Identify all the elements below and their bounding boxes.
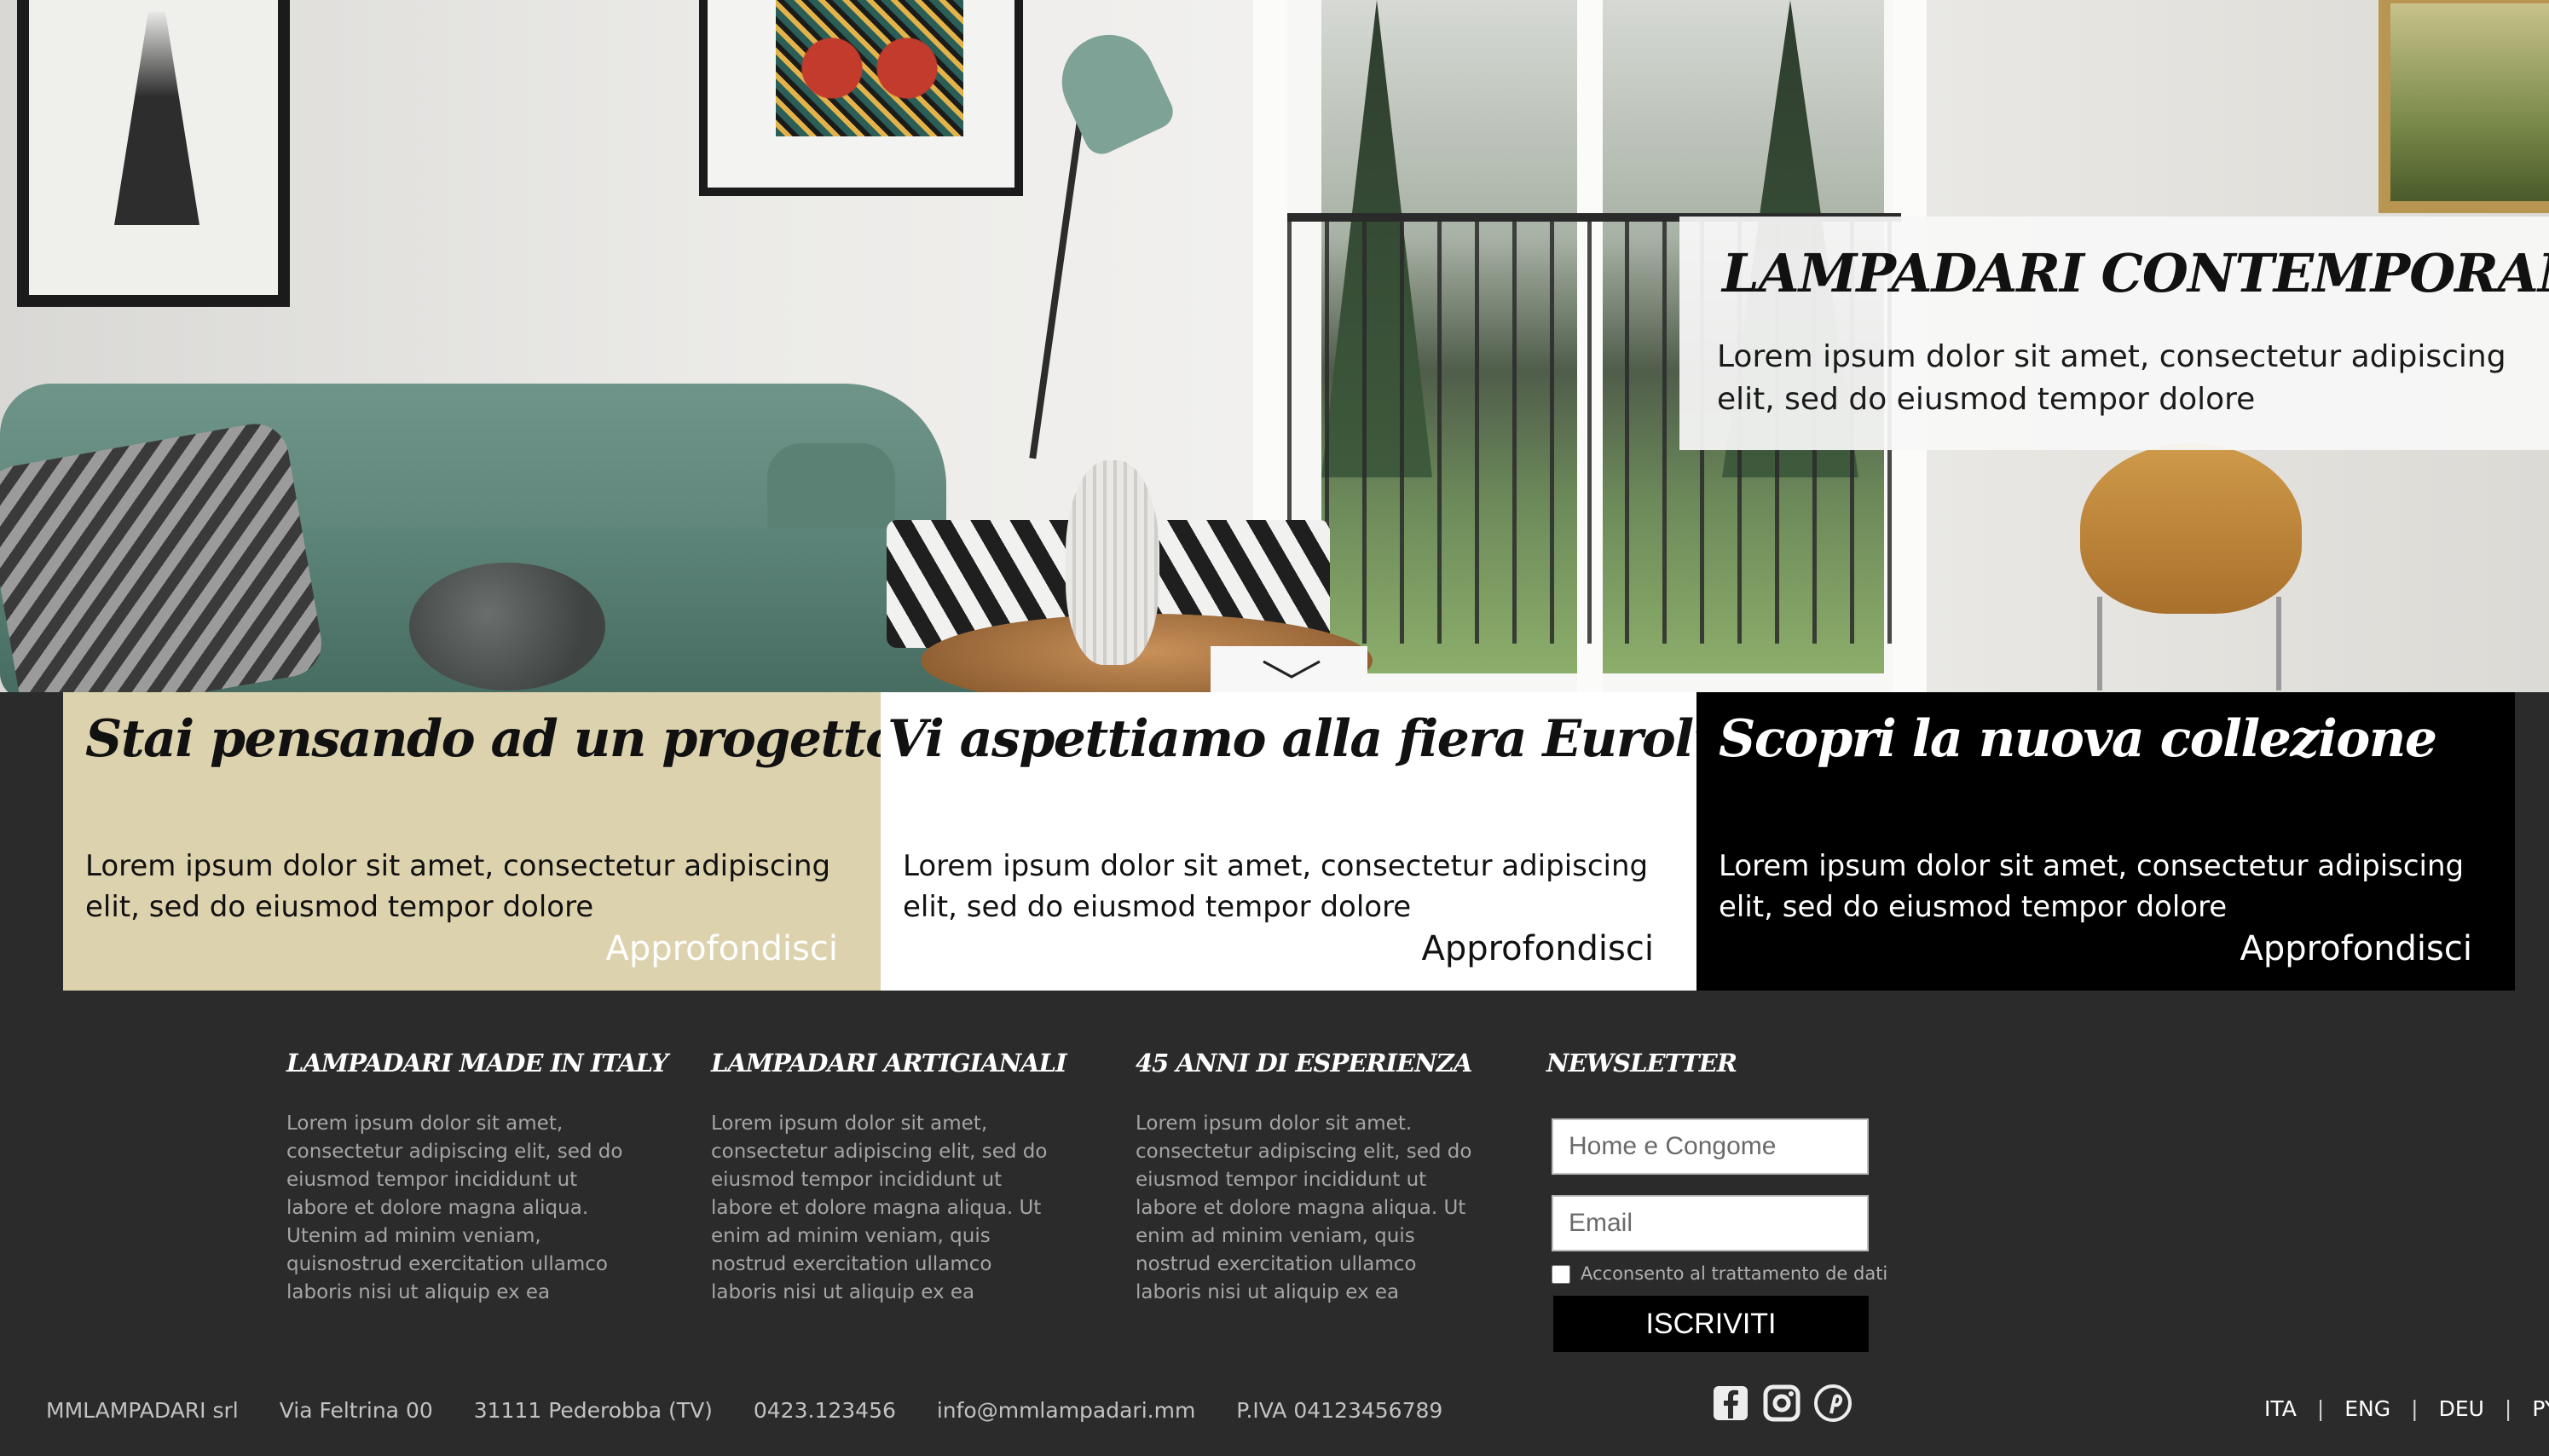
newsletter-consent-label: Acconsento al trattamento de dati <box>1581 1263 1888 1284</box>
scroll-down-button[interactable] <box>1211 646 1367 697</box>
footer-column-text: Lorem ipsum dolor sit amet, consectetur … <box>711 1112 1048 1303</box>
footer-column-text: Lorem ipsum dolor sit amet. consectetur … <box>1136 1112 1472 1303</box>
footer-column-title: 45 ANNI DI ESPERIENZA <box>1136 1049 1472 1078</box>
hero-section: LAMPADARI CONTEMPORANEI Lorem ipsum dolo… <box>0 0 2549 692</box>
company-phone[interactable]: 0423.123456 <box>754 1398 896 1423</box>
newsletter-subscribe-button[interactable]: ISCRIVITI <box>1553 1296 1869 1352</box>
wall-painting <box>2378 0 2549 213</box>
card-title: Stai pensando ad un progetto? <box>85 709 928 769</box>
footer-column-made-in-italy: LAMPADARI MADE IN ITALY Lorem ipsum dolo… <box>286 1049 668 1307</box>
card-project: Stai pensando ad un progetto? Lorem ipsu… <box>63 692 928 991</box>
card-title: Vi aspettiamo alla fiera Euroluce <box>887 709 1791 769</box>
card-read-more-link[interactable]: Approfondisci <box>605 929 838 968</box>
company-city: 31111 Pederobba (TV) <box>473 1398 713 1423</box>
card-read-more-link[interactable]: Approfondisci <box>1421 929 1654 968</box>
newsletter-name-field[interactable] <box>1552 1118 1869 1175</box>
company-email[interactable]: info@mmlampadari.mm <box>937 1398 1195 1423</box>
newsletter-consent-checkbox[interactable] <box>1552 1265 1570 1284</box>
vase <box>1066 460 1159 665</box>
footer: LAMPADARI MADE IN ITALY Lorem ipsum dolo… <box>0 991 2549 1456</box>
card-text: Lorem ipsum dolor sit amet, consectetur … <box>85 849 831 924</box>
footer-column-title: LAMPADARI MADE IN ITALY <box>286 1049 668 1078</box>
lang-eng[interactable]: ENG <box>2344 1396 2390 1421</box>
pinterest-icon[interactable] <box>1814 1384 1852 1422</box>
hero-title: LAMPADARI CONTEMPORANEI <box>1722 242 2549 304</box>
lang-pyc[interactable]: PYC <box>2532 1396 2549 1421</box>
card-title: Scopri la nuova collezione <box>1719 709 2437 769</box>
wall-art-frame-center <box>699 0 1023 196</box>
footer-column-title: LAMPADARI ARTIGIANALI <box>711 1049 1067 1078</box>
newsletter-email-field[interactable] <box>1552 1195 1869 1251</box>
card-fair: Vi aspettiamo alla fiera Euroluce Lorem … <box>881 692 1791 991</box>
card-text: Lorem ipsum dolor sit amet, consectetur … <box>1719 849 2465 924</box>
card-text: Lorem ipsum dolor sit amet, consectetur … <box>903 849 1649 924</box>
facebook-icon[interactable] <box>1712 1384 1749 1422</box>
knot-pillow <box>409 563 605 690</box>
lang-ita[interactable]: ITA <box>2264 1396 2297 1421</box>
company-name: MMLAMPADARI srl <box>46 1398 239 1423</box>
card-read-more-link[interactable]: Approfondisci <box>2240 929 2472 968</box>
hero-card: LAMPADARI CONTEMPORANEI Lorem ipsum dolo… <box>1679 217 2549 450</box>
footer-column-experience: 45 ANNI DI ESPERIENZA Lorem ipsum dolor … <box>1136 1049 1477 1307</box>
instagram-icon[interactable] <box>1763 1384 1800 1422</box>
language-switcher: ITA|ENG|DEU|PYC <box>2264 1396 2549 1421</box>
footer-column-text: Lorem ipsum dolor sit amet, consectetur … <box>286 1112 623 1303</box>
lang-deu[interactable]: DEU <box>2439 1396 2484 1421</box>
company-info: MMLAMPADARI srl Via Feltrina 00 31111 Pe… <box>46 1398 1477 1423</box>
chevron-down-icon <box>1263 660 1321 679</box>
pillow <box>0 419 327 692</box>
company-vat: P.IVA 04123456789 <box>1236 1398 1443 1423</box>
footer-column-artigianali: LAMPADARI ARTIGIANALI Lorem ipsum dolor … <box>711 1049 1067 1307</box>
newsletter-title: NEWSLETTER <box>1546 1049 1737 1078</box>
hero-text: Lorem ipsum dolor sit amet, consectetur … <box>1717 339 2506 417</box>
company-street: Via Feltrina 00 <box>279 1398 433 1423</box>
wall-art-frame-left <box>17 0 290 307</box>
card-collection: Scopri la nuova collezione Lorem ipsum d… <box>1696 692 2515 991</box>
chair <box>2080 443 2302 614</box>
